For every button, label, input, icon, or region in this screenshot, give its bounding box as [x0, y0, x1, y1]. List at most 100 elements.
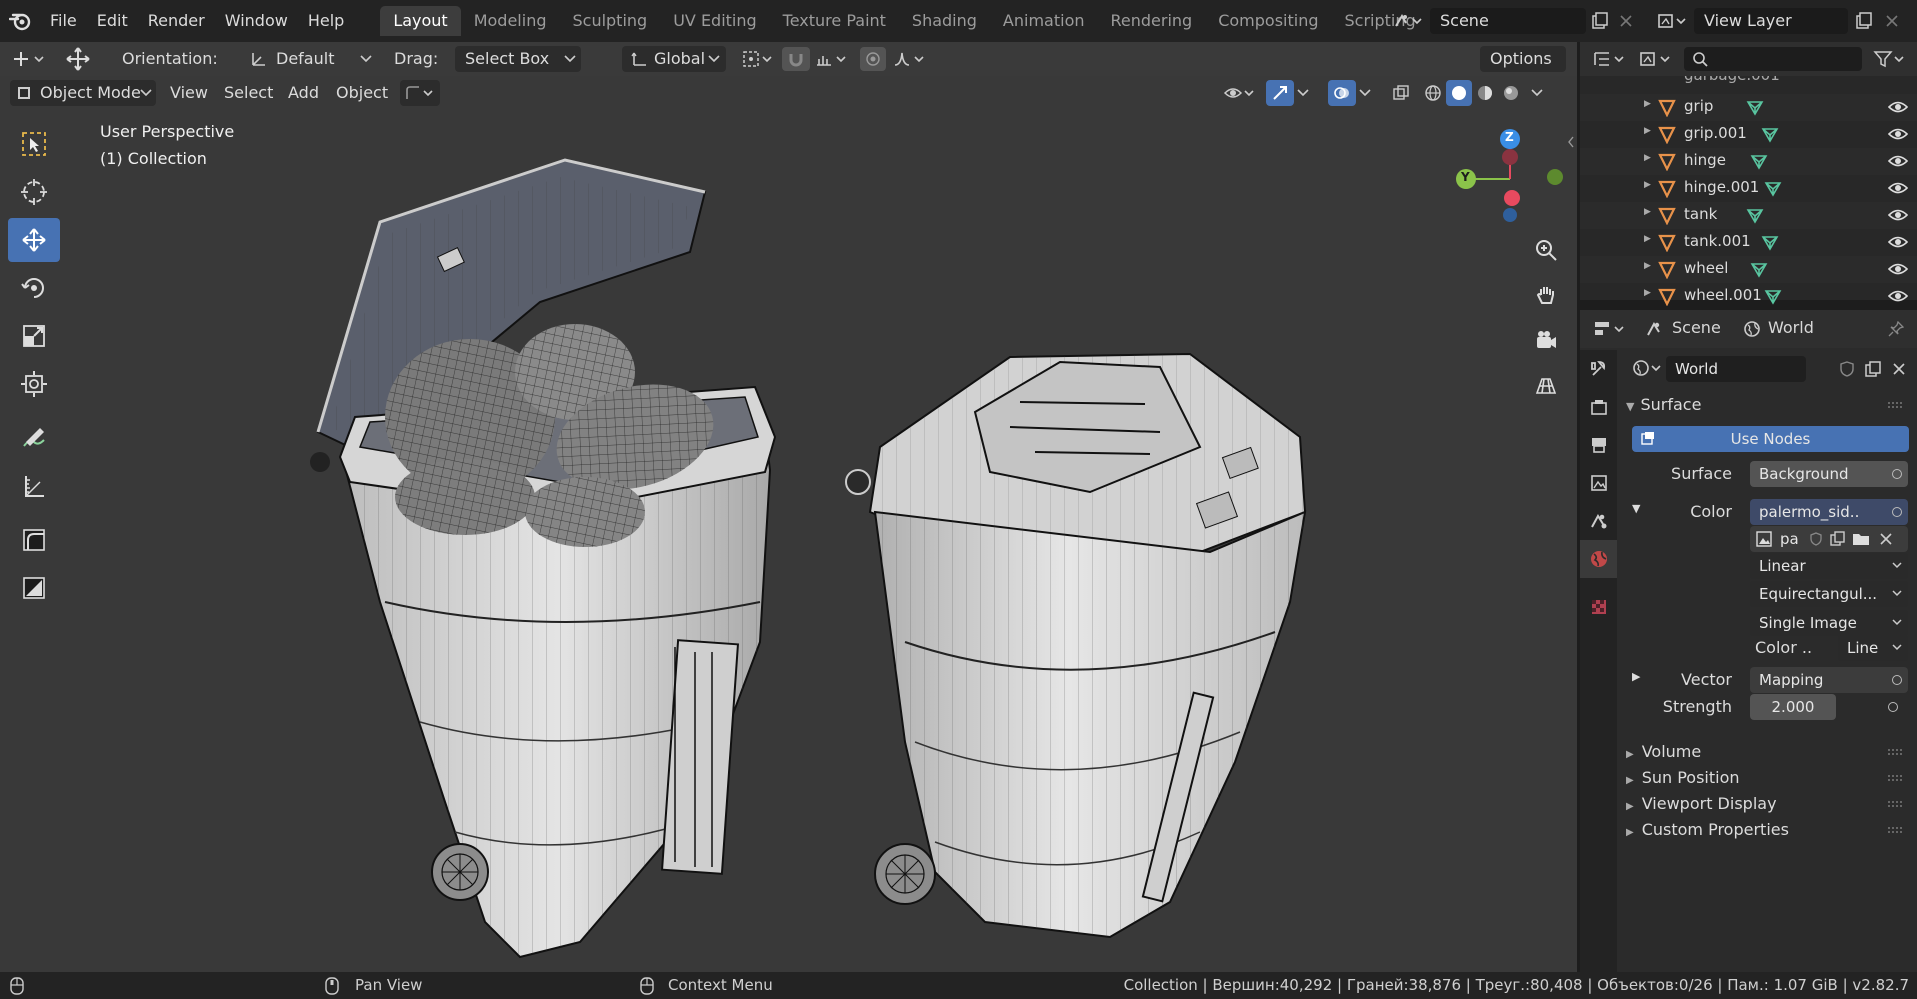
outliner-item[interactable]: ▶ wheel — [1580, 256, 1917, 283]
output-tab-icon[interactable] — [1580, 426, 1617, 464]
outliner-search-input[interactable] — [1684, 47, 1862, 71]
eye-icon[interactable] — [1888, 289, 1908, 303]
image-name-field[interactable]: pa — [1780, 526, 1799, 552]
outliner-item-label[interactable]: wheel.001 — [1684, 286, 1762, 304]
collapsed-panel-header[interactable]: ▶ Custom Properties — [1626, 815, 1912, 845]
interpolation-dropdown[interactable]: Linear — [1750, 553, 1908, 579]
world-tab-icon[interactable] — [1580, 540, 1617, 578]
eye-icon[interactable] — [1888, 181, 1908, 195]
zoom-icon[interactable] — [1528, 232, 1564, 268]
tab-modeling[interactable]: Modeling — [461, 6, 560, 36]
sidebar-collapse-icon[interactable] — [1566, 132, 1576, 152]
mesh-data-icon[interactable] — [1764, 180, 1782, 198]
panel-grip-icon[interactable] — [1888, 402, 1902, 408]
outliner-item[interactable]: ▶ wheel.001 — [1580, 283, 1917, 310]
unlink-world-icon[interactable] — [1886, 356, 1912, 382]
view-layer-icon[interactable] — [1652, 9, 1692, 33]
breadcrumb-world[interactable]: World — [1768, 318, 1814, 337]
panel-grip-icon[interactable] — [1888, 827, 1902, 833]
outliner-item-label[interactable]: hinge.001 — [1684, 178, 1759, 196]
tool-tab-icon[interactable] — [1580, 350, 1617, 388]
tab-sculpting[interactable]: Sculpting — [559, 6, 660, 36]
eye-icon[interactable] — [1888, 154, 1908, 168]
tab-rendering[interactable]: Rendering — [1098, 6, 1206, 36]
eye-icon[interactable] — [1888, 262, 1908, 276]
source-dropdown[interactable]: Single Image — [1750, 610, 1908, 636]
display-mode-icon[interactable] — [1636, 46, 1676, 72]
ortho-grid-icon[interactable] — [1528, 367, 1564, 403]
world-name-field[interactable]: World — [1666, 356, 1806, 382]
eye-icon[interactable] — [1888, 208, 1908, 222]
mesh-data-icon[interactable] — [1746, 99, 1764, 117]
strength-field[interactable]: 2.000 — [1750, 694, 1836, 720]
expand-arrow-icon[interactable]: ▶ — [1644, 261, 1651, 271]
scene-tab-icon[interactable] — [1580, 502, 1617, 540]
remove-view-layer-icon[interactable] — [1880, 9, 1904, 33]
tab-uv-editing[interactable]: UV Editing — [660, 6, 769, 36]
scene-selector-icon[interactable] — [1388, 9, 1428, 33]
duplicate-world-icon[interactable] — [1860, 356, 1886, 382]
view-layer-field[interactable]: View Layer — [1694, 8, 1848, 34]
outliner-item[interactable]: ▶ hinge.001 — [1580, 175, 1917, 202]
menu-render[interactable]: Render — [138, 7, 215, 35]
panel-grip-icon[interactable] — [1888, 801, 1902, 807]
expand-arrow-icon[interactable]: ▶ — [1644, 153, 1651, 163]
image-icon[interactable] — [1752, 528, 1776, 550]
view-layer-tab-icon[interactable] — [1580, 464, 1617, 502]
outliner-item-label[interactable]: wheel — [1684, 259, 1728, 277]
outliner-editor-type-icon[interactable] — [1590, 46, 1630, 72]
outliner-item-label[interactable]: hinge — [1684, 151, 1726, 169]
tab-compositing[interactable]: Compositing — [1205, 6, 1331, 36]
mesh-data-icon[interactable] — [1746, 207, 1764, 225]
expand-arrow-icon[interactable]: ▶ — [1644, 288, 1651, 298]
outliner-item[interactable]: ▶ tank — [1580, 202, 1917, 229]
tab-layout[interactable]: Layout — [380, 6, 461, 36]
properties-editor-type-icon[interactable] — [1590, 316, 1630, 342]
unlink-image-icon[interactable] — [1876, 528, 1896, 550]
pan-hand-icon[interactable] — [1528, 277, 1564, 313]
surface-shader-field[interactable]: Background — [1750, 461, 1908, 487]
outliner-item[interactable]: ▶ grip.001 — [1580, 121, 1917, 148]
scene-render[interactable] — [0, 42, 1577, 972]
expand-arrow-icon[interactable]: ▶ — [1644, 207, 1651, 217]
outliner-partial-row[interactable]: garbage.001 — [1580, 76, 1917, 94]
outliner-item-label[interactable]: grip — [1684, 97, 1713, 115]
menu-file[interactable]: File — [40, 7, 87, 35]
mesh-data-icon[interactable] — [1750, 153, 1768, 171]
fake-user-icon[interactable] — [1806, 528, 1826, 550]
color-space-dropdown[interactable]: Line — [1838, 635, 1908, 661]
outliner-item[interactable]: ▶ tank.001 — [1580, 229, 1917, 256]
world-browse-icon[interactable] — [1628, 355, 1668, 381]
eye-icon[interactable] — [1888, 235, 1908, 249]
expand-arrow-icon[interactable]: ▶ — [1644, 180, 1651, 190]
open-folder-icon[interactable] — [1850, 528, 1872, 550]
breadcrumb-scene[interactable]: Scene — [1672, 318, 1721, 337]
mesh-data-icon[interactable] — [1764, 288, 1782, 306]
outliner-item-label[interactable]: tank.001 — [1684, 232, 1751, 250]
fake-user-icon[interactable] — [1834, 356, 1860, 382]
tab-shading[interactable]: Shading — [899, 6, 990, 36]
menu-window[interactable]: Window — [215, 7, 298, 35]
outliner-item-label[interactable]: grip.001 — [1684, 124, 1747, 142]
pin-icon[interactable] — [1886, 320, 1906, 338]
render-tab-icon[interactable] — [1580, 388, 1617, 426]
use-nodes-button[interactable]: Use Nodes — [1632, 426, 1909, 452]
blender-logo-icon[interactable] — [0, 0, 40, 42]
3d-viewport[interactable]: Orientation: Default Drag: Select Box Gl… — [0, 42, 1577, 972]
color-input-field[interactable]: palermo_sid.. — [1750, 499, 1908, 525]
mesh-data-icon[interactable] — [1761, 126, 1779, 144]
new-scene-icon[interactable] — [1588, 9, 1612, 33]
tab-animation[interactable]: Animation — [990, 6, 1098, 36]
duplicate-image-icon[interactable] — [1828, 528, 1848, 550]
expand-arrow-icon[interactable]: ▶ — [1644, 126, 1651, 136]
eye-icon[interactable] — [1888, 100, 1908, 114]
new-view-layer-icon[interactable] — [1852, 9, 1876, 33]
panel-grip-icon[interactable] — [1888, 749, 1902, 755]
mesh-data-icon[interactable] — [1750, 261, 1768, 279]
expand-arrow-icon[interactable]: ▶ — [1644, 234, 1651, 244]
projection-dropdown[interactable]: Equirectangul... — [1750, 581, 1908, 607]
vector-input-field[interactable]: Mapping — [1750, 667, 1908, 693]
filter-icon[interactable] — [1870, 46, 1910, 72]
eye-icon[interactable] — [1888, 127, 1908, 141]
menu-edit[interactable]: Edit — [87, 7, 138, 35]
